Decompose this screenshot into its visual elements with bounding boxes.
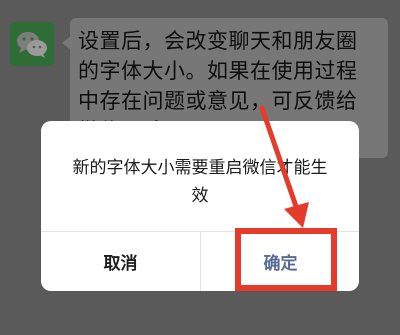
wechat-avatar-icon bbox=[10, 22, 54, 66]
restart-confirm-dialog: 新的字体大小需要重启微信才能生效 取消 确定 bbox=[41, 121, 359, 291]
dialog-message: 新的字体大小需要重启微信才能生效 bbox=[72, 158, 328, 206]
confirm-button[interactable]: 确定 bbox=[201, 232, 359, 291]
cancel-button[interactable]: 取消 bbox=[41, 232, 200, 291]
